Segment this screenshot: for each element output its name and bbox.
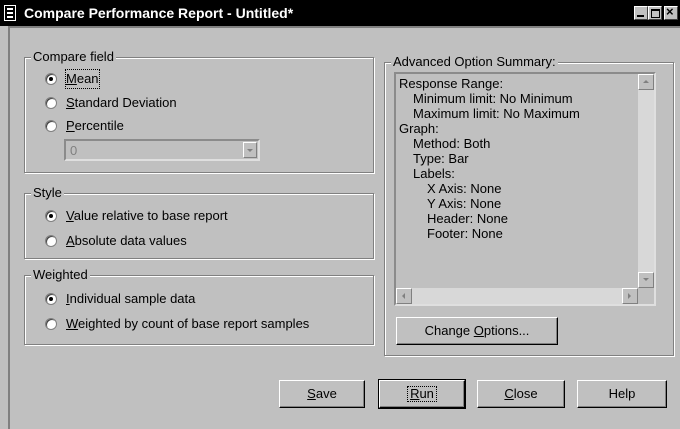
radio-mean-label: Mean bbox=[65, 69, 100, 89]
summary-line: Type: Bar bbox=[413, 151, 469, 166]
summary-line: Minimum limit: No Minimum bbox=[413, 91, 573, 106]
save-label: Save bbox=[307, 386, 337, 401]
frame-edge bbox=[8, 26, 680, 28]
run-button[interactable]: Run bbox=[378, 379, 466, 409]
radio-dot[interactable] bbox=[45, 97, 57, 109]
scrollbar-corner bbox=[638, 288, 654, 304]
change-options-label: Change Options... bbox=[424, 323, 530, 338]
summary-listbox[interactable]: Response Range: Minimum limit: No Minimu… bbox=[394, 72, 656, 306]
close-window-button[interactable] bbox=[664, 4, 678, 20]
help-label: Help bbox=[608, 386, 636, 401]
summary-line: X Axis: None bbox=[427, 181, 502, 196]
radio-individual-sample-label: Individual sample data bbox=[66, 291, 196, 306]
scroll-right-icon[interactable] bbox=[622, 288, 638, 304]
summary-line: Maximum limit: No Maximum bbox=[413, 106, 580, 121]
percentile-value: 0 bbox=[70, 143, 78, 158]
chevron-down-icon[interactable] bbox=[243, 142, 257, 158]
radio-dot[interactable] bbox=[45, 73, 57, 85]
summary-line: Labels: bbox=[413, 166, 455, 181]
close-button[interactable]: Close bbox=[477, 380, 565, 408]
radio-dot[interactable] bbox=[45, 120, 57, 132]
maximize-button[interactable] bbox=[648, 6, 662, 20]
summary-line: Y Axis: None bbox=[427, 196, 502, 211]
weighted-group: Weighted bbox=[24, 267, 374, 345]
style-legend: Style bbox=[31, 185, 64, 201]
radio-percentile-label: Percentile bbox=[66, 118, 124, 133]
frame-edge bbox=[8, 26, 10, 429]
summary-line: Response Range: bbox=[399, 76, 504, 91]
window-title: Compare Performance Report - Untitled* bbox=[24, 5, 294, 21]
save-button[interactable]: Save bbox=[279, 380, 365, 408]
compare-field-legend: Compare field bbox=[31, 49, 116, 65]
radio-dot[interactable] bbox=[45, 293, 57, 305]
radio-value-relative-label: Value relative to base report bbox=[66, 208, 228, 223]
close-label: Close bbox=[504, 386, 538, 401]
weighted-legend: Weighted bbox=[31, 267, 90, 283]
vertical-scrollbar[interactable] bbox=[638, 74, 654, 288]
help-button[interactable]: Help bbox=[577, 380, 667, 408]
scroll-left-icon[interactable] bbox=[396, 288, 412, 304]
title-bar: Compare Performance Report - Untitled* bbox=[0, 0, 680, 26]
app-icon[interactable] bbox=[4, 5, 16, 21]
advanced-summary-legend: Advanced Option Summary: bbox=[391, 54, 558, 70]
radio-dot[interactable] bbox=[45, 210, 57, 222]
change-options-button[interactable]: Change Options... bbox=[396, 317, 558, 345]
scroll-down-icon[interactable] bbox=[638, 272, 654, 288]
summary-line: Header: None bbox=[427, 211, 508, 226]
percentile-combobox[interactable]: 0 bbox=[64, 139, 260, 161]
summary-line: Method: Both bbox=[413, 136, 491, 151]
radio-absolute-values-label: Absolute data values bbox=[66, 233, 187, 248]
scroll-up-icon[interactable] bbox=[638, 74, 654, 90]
radio-dot[interactable] bbox=[45, 318, 57, 330]
horizontal-scrollbar[interactable] bbox=[396, 288, 638, 304]
radio-weighted-by-count-label: Weighted by count of base report samples bbox=[66, 316, 310, 331]
summary-line: Graph: bbox=[399, 121, 439, 136]
run-label: Run bbox=[407, 386, 437, 402]
radio-standard-deviation-label: Standard Deviation bbox=[66, 95, 177, 110]
minimize-button[interactable] bbox=[634, 6, 648, 20]
radio-dot[interactable] bbox=[45, 235, 57, 247]
summary-line: Footer: None bbox=[427, 226, 503, 241]
